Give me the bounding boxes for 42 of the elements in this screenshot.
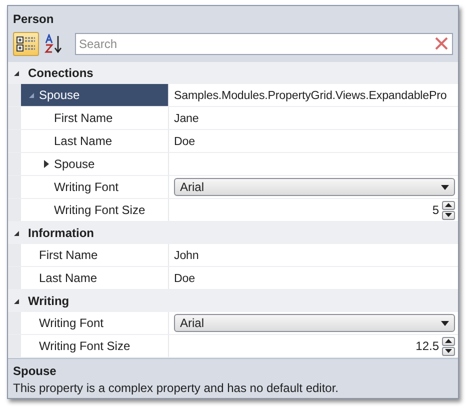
expand-arrow-icon[interactable] — [43, 160, 50, 168]
font-dropdown[interactable]: Arial — [174, 178, 455, 196]
category-header: Writing — [28, 294, 70, 308]
property-name[interactable]: Writing Font Size — [21, 335, 169, 357]
panel-title: Person — [12, 11, 55, 28]
property-name[interactable]: Writing Font Size — [21, 199, 169, 221]
property-name[interactable]: Spouse — [21, 153, 169, 175]
collapse-arrow-icon[interactable] — [13, 70, 20, 76]
categorized-view-button[interactable] — [13, 32, 39, 56]
clear-icon[interactable] — [435, 37, 448, 50]
property-name[interactable]: Last Name — [21, 130, 169, 152]
up-arrow-icon — [445, 339, 452, 343]
property-name[interactable]: Last Name — [21, 267, 169, 289]
property-value[interactable]: Doe — [174, 134, 195, 148]
collapse-arrow-icon[interactable] — [13, 298, 20, 304]
down-arrow-icon — [445, 349, 452, 353]
search-field[interactable]: Search — [75, 33, 453, 55]
property-name[interactable]: Writing Font — [21, 312, 169, 334]
property-name[interactable]: First Name — [21, 244, 169, 266]
description-title: Spouse — [13, 364, 58, 378]
description-text: This property is a complex property and has no default editor. — [13, 381, 340, 395]
down-arrow-icon — [445, 213, 452, 217]
font-dropdown[interactable]: Arial — [174, 314, 455, 332]
font-size-field[interactable]: 5 — [432, 203, 439, 217]
property-value[interactable]: Jane — [174, 112, 199, 124]
selected-property-name[interactable]: Spouse — [21, 84, 169, 106]
property-value[interactable]: John — [174, 248, 199, 262]
collapse-arrow-icon[interactable] — [13, 230, 20, 236]
category-header: Information — [28, 226, 94, 240]
property-value[interactable]: Samples.Modules.PropertyGrid.Views.ExpandablePro — [174, 88, 447, 102]
category-header: Conections — [28, 66, 94, 80]
up-arrow-icon — [445, 203, 452, 207]
font-size-field[interactable]: 12.5 — [416, 339, 439, 353]
property-value[interactable]: Doe — [174, 272, 195, 284]
increment-button[interactable] — [442, 200, 455, 210]
dropdown-caret-icon — [441, 184, 449, 190]
increment-button[interactable] — [442, 336, 455, 346]
dropdown-caret-icon — [441, 320, 449, 326]
property-name[interactable]: First Name — [21, 107, 169, 129]
decrement-button[interactable] — [442, 346, 455, 356]
decrement-button[interactable] — [442, 210, 455, 220]
property-name[interactable]: Writing Font — [21, 176, 169, 198]
